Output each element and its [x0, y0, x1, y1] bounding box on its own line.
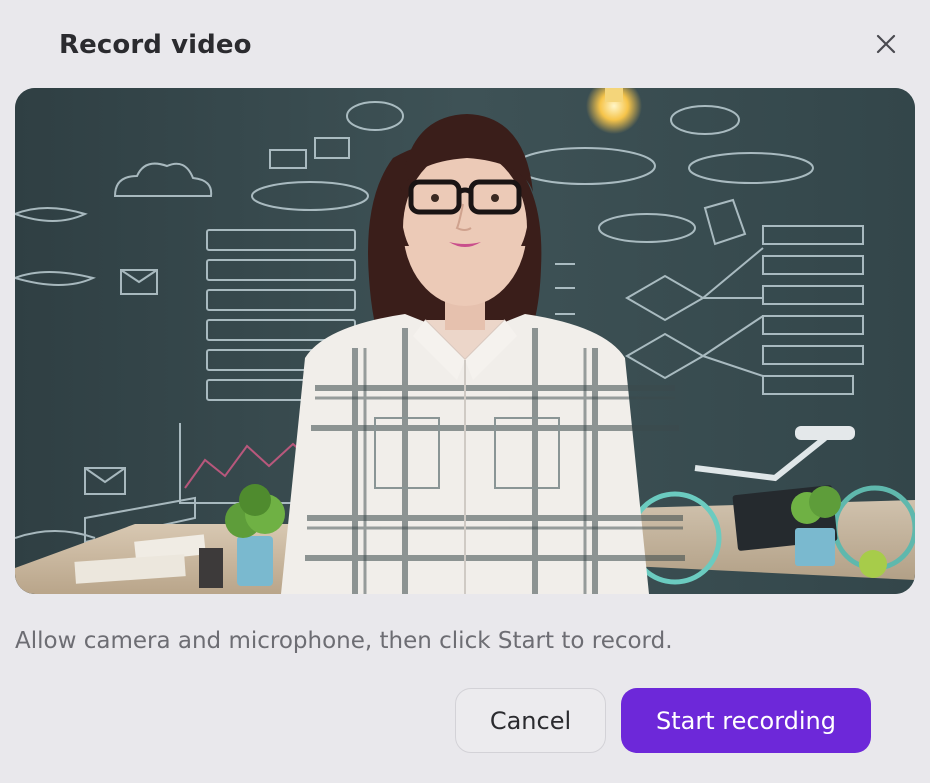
- instruction-text: Allow camera and microphone, then click …: [15, 628, 673, 654]
- dialog-title: Record video: [59, 30, 252, 60]
- start-recording-button[interactable]: Start recording: [621, 688, 871, 753]
- cancel-button[interactable]: Cancel: [455, 688, 606, 753]
- camera-preview: [15, 88, 915, 594]
- camera-preview-image: [15, 88, 915, 594]
- close-button[interactable]: [866, 24, 906, 64]
- close-icon: [876, 34, 896, 54]
- record-video-dialog: Record video Allow camera and microphone…: [0, 0, 930, 783]
